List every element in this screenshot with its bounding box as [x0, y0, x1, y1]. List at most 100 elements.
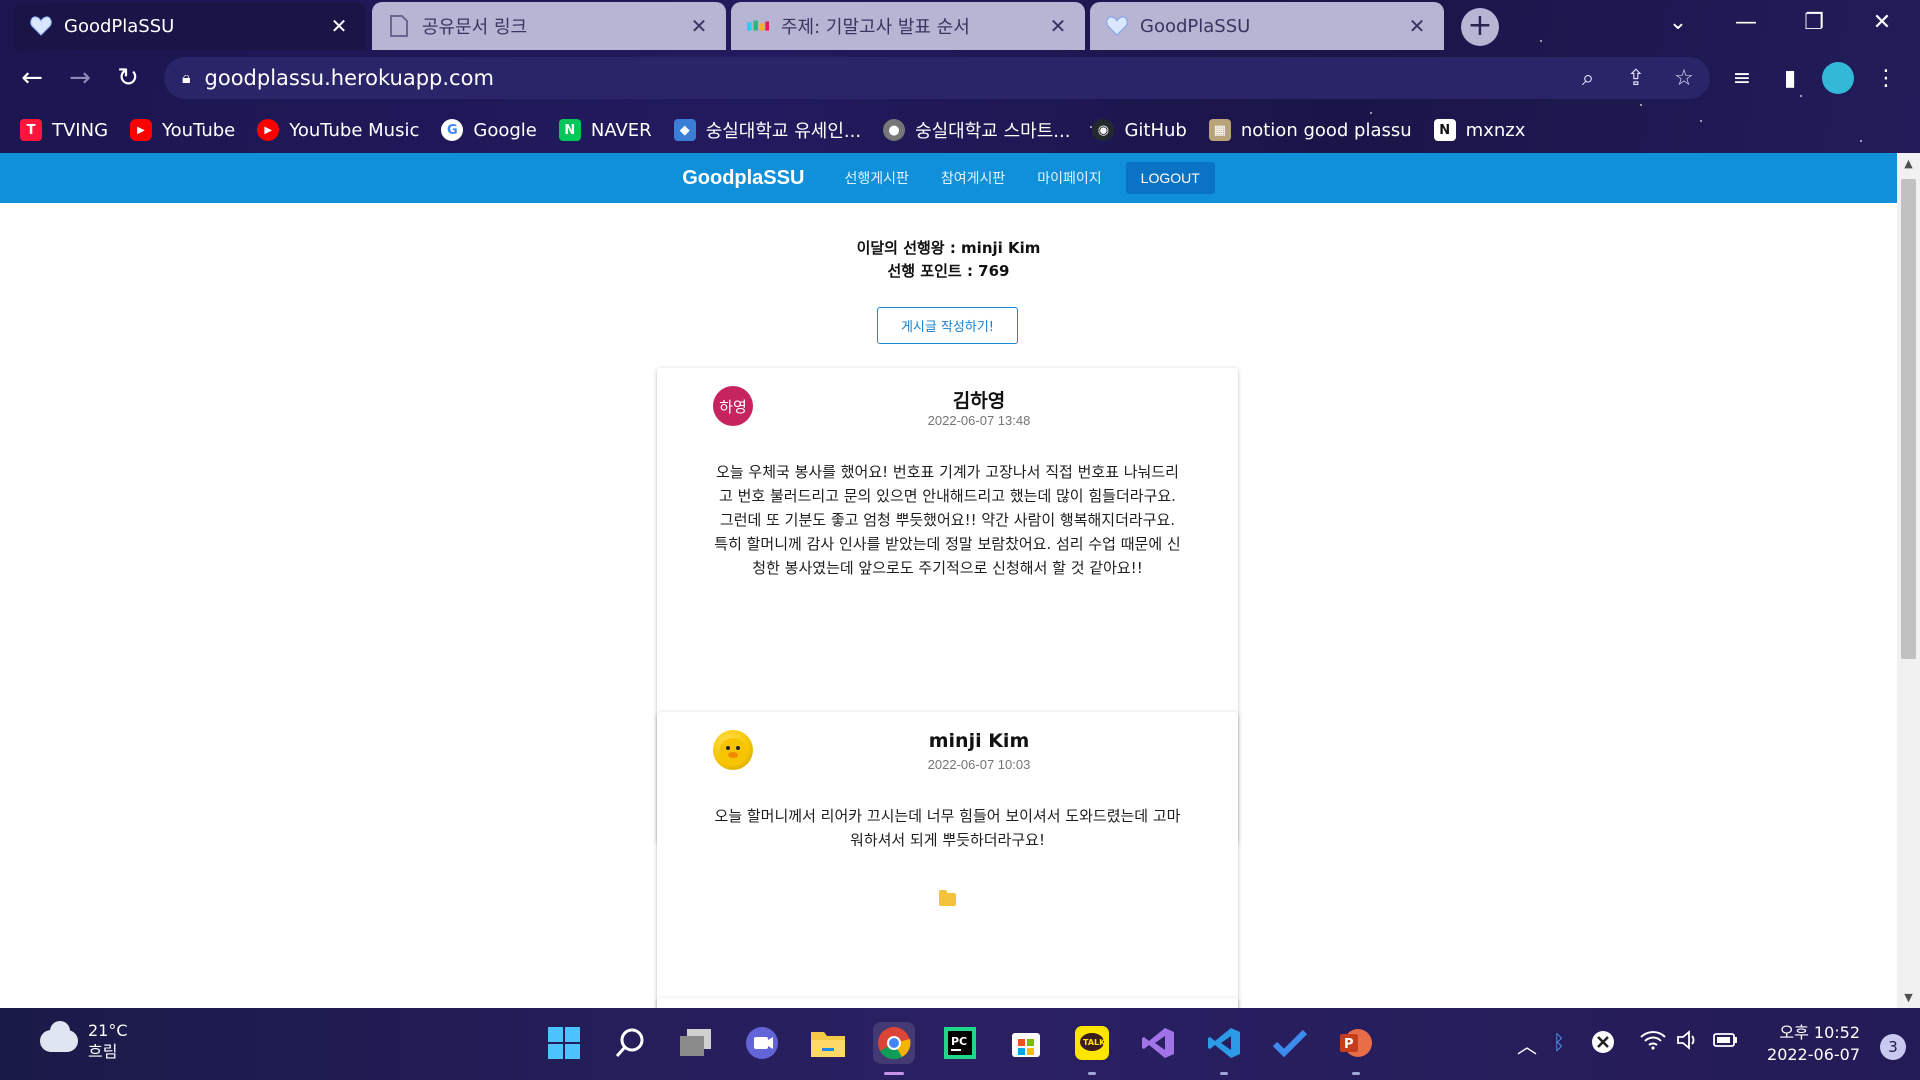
folder-icon[interactable] — [939, 890, 956, 906]
tray-app-icon[interactable] — [1591, 1030, 1615, 1059]
start-icon[interactable] — [543, 1022, 585, 1064]
logout-button[interactable]: LOGOUT — [1125, 162, 1215, 194]
chrome-icon[interactable] — [873, 1022, 915, 1064]
tray-overflow-icon[interactable]: ︿ — [1517, 1030, 1537, 1059]
globe-icon: ● — [883, 119, 906, 141]
weather-widget[interactable]: 21°C 흐림 — [40, 1020, 128, 1062]
bookmark-star-icon[interactable]: ☆ — [1664, 57, 1704, 99]
post-card[interactable] — [657, 998, 1238, 1008]
nav-participation-board[interactable]: 참여게시판 — [941, 168, 1005, 188]
close-tab-icon[interactable]: ✕ — [1047, 14, 1069, 38]
battery-icon[interactable] — [1712, 1030, 1738, 1054]
bluetooth-icon[interactable]: ᛒ — [1553, 1030, 1565, 1054]
app-indicator — [1088, 1072, 1096, 1075]
write-post-button[interactable]: 게시글 작성하기! — [877, 307, 1018, 344]
nav-good-deeds-board[interactable]: 선행게시판 — [844, 168, 908, 188]
system-clock[interactable]: 오후 10:52 2022-06-07 — [1767, 1022, 1860, 1066]
tving-icon: T — [20, 119, 42, 141]
scroll-down-icon[interactable]: ▼ — [1902, 991, 1915, 1004]
site-brand[interactable]: GoodplaSSU — [682, 167, 804, 190]
bookmark-label: notion good plassu — [1240, 119, 1412, 141]
close-tab-icon[interactable]: ✕ — [688, 14, 710, 38]
clock-date: 2022-06-07 — [1767, 1045, 1860, 1064]
side-panel-icon[interactable]: ▮ — [1772, 60, 1808, 96]
close-tab-icon[interactable]: ✕ — [328, 14, 350, 38]
scroll-up-icon[interactable]: ▲ — [1902, 157, 1915, 170]
new-tab-button[interactable]: + — [1461, 8, 1499, 46]
forward-icon[interactable]: → — [62, 60, 98, 96]
tab-title: 공유문서 링크 — [422, 17, 528, 38]
pycharm-icon[interactable]: PC — [939, 1022, 981, 1064]
svg-text:P: P — [1344, 1037, 1354, 1052]
file-explorer-icon[interactable] — [807, 1022, 849, 1064]
cloud-icon — [40, 1021, 78, 1052]
clock-time: 오후 10:52 — [1779, 1023, 1860, 1042]
scroll-thumb[interactable] — [1901, 179, 1916, 659]
nav-my-page[interactable]: 마이페이지 — [1037, 168, 1101, 188]
share-icon[interactable]: ⇪ — [1616, 57, 1656, 99]
volume-icon[interactable] — [1676, 1030, 1700, 1055]
profile-avatar[interactable] — [1820, 60, 1856, 96]
post-content: 오늘 우체국 봉사를 했어요! 번호표 기계가 고장나서 직접 번호표 나눠드리… — [714, 463, 1181, 577]
page-viewport: GoodplaSSU 선행게시판 참여게시판 마이페이지 LOGOUT 이달의 … — [0, 153, 1897, 1008]
store-icon[interactable] — [1005, 1022, 1047, 1064]
back-icon[interactable]: ← — [14, 60, 50, 96]
bookmark-github[interactable]: ◉ GitHub — [1092, 119, 1187, 141]
post-card[interactable]: minji Kim 2022-06-07 10:03 오늘 할머니께서 리어카 … — [657, 712, 1238, 1008]
bookmark-label: Google — [473, 119, 537, 141]
tab-title: 주제: 기말고사 발표 순서 — [781, 17, 970, 38]
vscode-icon[interactable] — [1203, 1022, 1245, 1064]
bookmark-mxnzx[interactable]: N mxnzx — [1433, 119, 1526, 141]
close-tab-icon[interactable]: ✕ — [1406, 14, 1428, 38]
bookmark-label: TVING — [52, 119, 109, 141]
menu-dots-icon[interactable]: ⋮ — [1868, 60, 1904, 96]
svg-text:PC: PC — [951, 1035, 967, 1048]
tab-exam-order[interactable]: 주제: 기말고사 발표 순서 ✕ — [731, 2, 1085, 50]
bookmark-ssu-smart[interactable]: ● 숭실대학교 스마트... — [883, 117, 1070, 143]
powerpoint-icon[interactable]: P — [1335, 1022, 1377, 1064]
visual-studio-icon[interactable] — [1137, 1022, 1179, 1064]
wifi-icon[interactable] — [1640, 1030, 1666, 1055]
tab-title: GoodPlaSSU — [64, 15, 175, 37]
kakaotalk-icon[interactable]: TALK — [1071, 1022, 1113, 1064]
bookmark-label: NAVER — [590, 119, 652, 141]
bookmark-google[interactable]: G Google — [441, 119, 537, 141]
post-content: 오늘 할머니께서 리어카 끄시는데 너무 힘들어 보이셔서 도와드렸는데 고마워… — [714, 807, 1181, 849]
tab-shared-doc[interactable]: 공유문서 링크 ✕ — [372, 2, 726, 50]
page-scrollbar[interactable]: ▲ ▼ — [1897, 153, 1920, 1008]
bookmarks-bar: T TVING ▶ YouTube ▶ YouTube Music G Goog… — [0, 110, 1920, 150]
bookmark-notion-good-plassu[interactable]: ▦ notion good plassu — [1208, 119, 1412, 141]
bookmark-youtube-music[interactable]: ▶ YouTube Music — [257, 119, 419, 141]
restore-icon[interactable]: ❐ — [1780, 0, 1848, 44]
window-close-icon[interactable]: ✕ — [1848, 0, 1916, 44]
teams-chat-icon[interactable] — [741, 1022, 783, 1064]
building-icon: ▦ — [1208, 119, 1231, 141]
notification-badge[interactable]: 3 — [1880, 1034, 1906, 1060]
task-view-icon[interactable] — [675, 1022, 717, 1064]
taskbar: 21°C 흐림 PC TALK P ︿ ᛒ 오후 10:52 2022-06-0… — [0, 1008, 1920, 1080]
tab-search-icon[interactable]: ⌄ — [1644, 0, 1712, 44]
naver-icon: N — [558, 119, 581, 141]
bookmark-tving[interactable]: T TVING — [20, 119, 108, 141]
youtube-icon: ▶ — [130, 119, 153, 141]
bookmark-youtube[interactable]: ▶ YouTube — [130, 119, 235, 141]
bookmark-label: mxnzx — [1465, 119, 1526, 141]
bookmark-label: YouTube Music — [289, 119, 420, 141]
tab-strip: GoodPlaSSU ✕ 공유문서 링크 ✕ 주제: 기말고사 발표 순서 ✕ … — [0, 0, 1920, 50]
bookmark-naver[interactable]: N NAVER — [558, 119, 652, 141]
bookmark-ssu-usaint[interactable]: ◆ 숭실대학교 유세인... — [673, 117, 861, 143]
minimize-icon[interactable]: — — [1712, 0, 1780, 44]
bookmark-label: 숭실대학교 스마트... — [915, 121, 1071, 142]
slack-icon — [747, 15, 769, 37]
tab-goodplassu-2[interactable]: GoodPlaSSU ✕ — [1090, 2, 1444, 50]
reload-icon[interactable]: ↻ — [110, 60, 146, 96]
monthly-king: 이달의 선행왕 : minji Kim — [856, 239, 1041, 257]
zoom-icon[interactable]: ⌕ — [1568, 57, 1608, 99]
todo-icon[interactable] — [1269, 1022, 1311, 1064]
tab-goodplassu-active[interactable]: GoodPlaSSU ✕ — [14, 2, 366, 50]
media-control-icon[interactable]: ≡ — [1724, 60, 1760, 96]
google-icon: G — [441, 119, 464, 141]
address-bar[interactable]: 🔒︎ goodplassu.herokuapp.com ⌕ ⇪ ☆ — [164, 57, 1710, 99]
bookmark-label: YouTube — [162, 119, 236, 141]
search-icon[interactable] — [609, 1022, 651, 1064]
